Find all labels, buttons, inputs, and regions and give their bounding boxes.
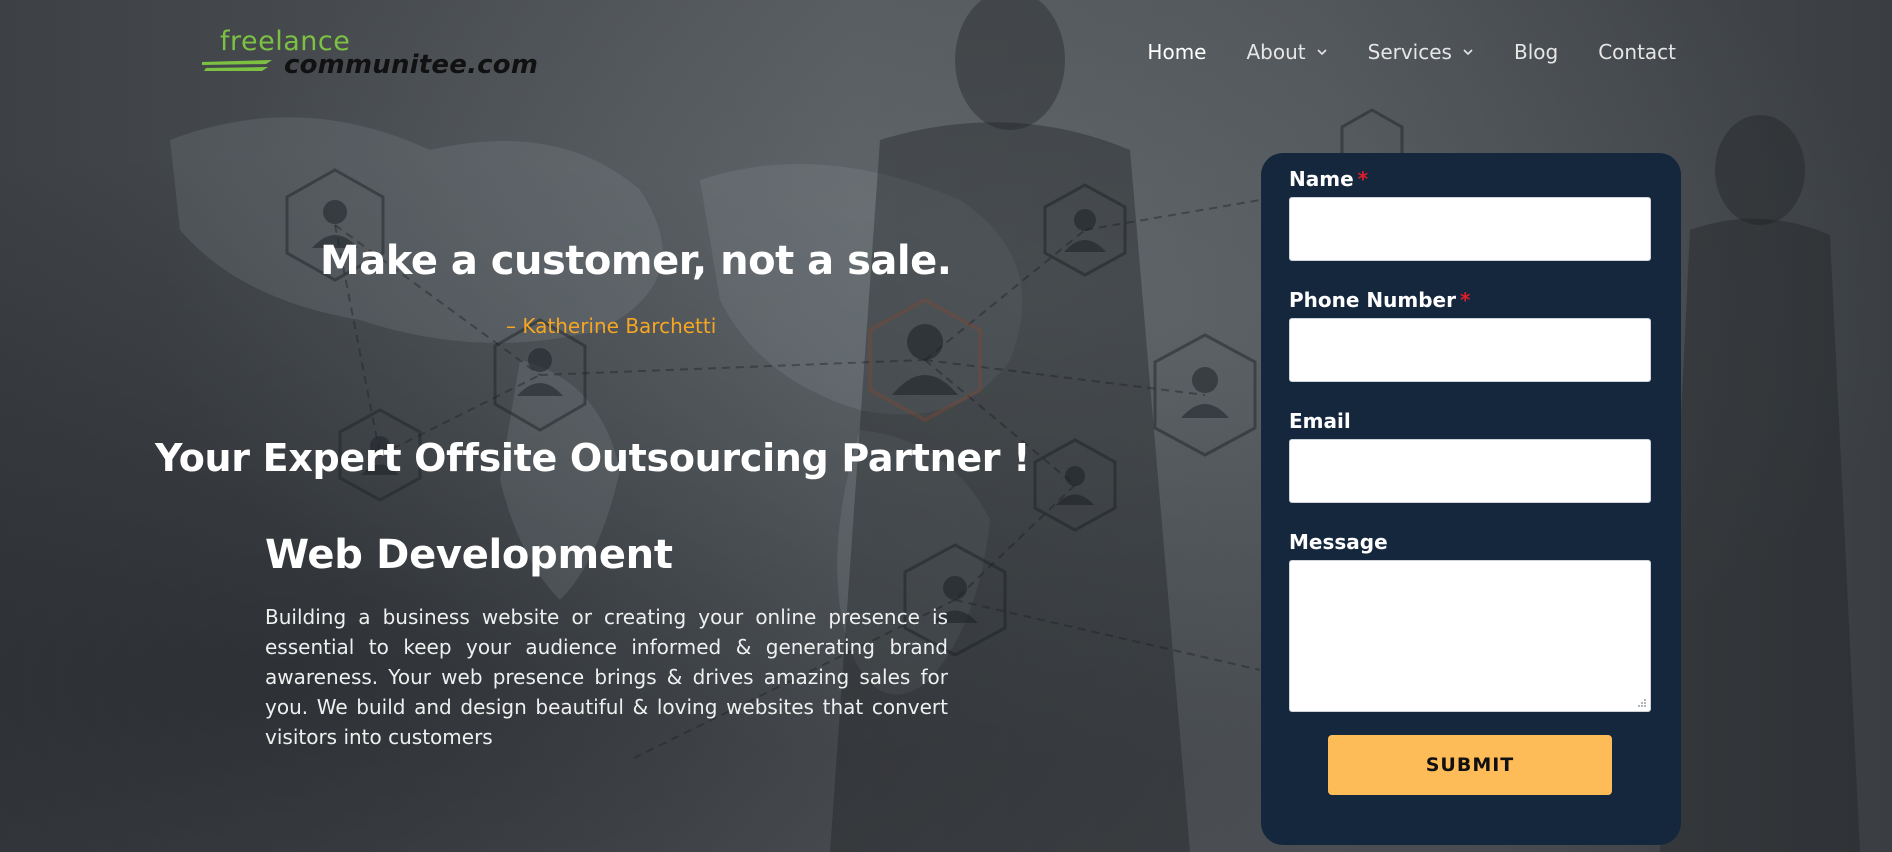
submit-button[interactable]: SUBMIT <box>1328 735 1612 795</box>
nav-item-label: Contact <box>1598 40 1676 64</box>
required-marker: * <box>1459 288 1471 312</box>
nav-item-contact[interactable]: Contact <box>1598 40 1676 64</box>
name-input[interactable] <box>1289 197 1651 261</box>
email-label-text: Email <box>1289 409 1351 433</box>
nav-item-home[interactable]: Home <box>1147 40 1206 64</box>
email-field-label: Email <box>1289 409 1351 433</box>
chevron-down-icon <box>1463 49 1473 56</box>
required-marker: * <box>1357 167 1369 191</box>
hero-quote-author: – Katherine Barchetti <box>506 314 717 338</box>
nav-item-blog[interactable]: Blog <box>1514 40 1558 64</box>
phone-label-text: Phone Number <box>1289 288 1456 312</box>
nav-item-services[interactable]: Services <box>1368 40 1474 64</box>
hero-tagline: Your Expert Offsite Outsourcing Partner … <box>155 436 1031 480</box>
name-field-label: Name * <box>1289 167 1368 191</box>
resize-grip-icon[interactable] <box>1637 698 1647 708</box>
logo-swoosh-icon <box>202 60 272 71</box>
nav-item-label: Blog <box>1513 40 1559 64</box>
phone-field-label: Phone Number * <box>1289 288 1470 312</box>
name-label-text: Name <box>1289 167 1354 191</box>
message-label-text: Message <box>1289 530 1388 554</box>
phone-number-input[interactable] <box>1289 318 1651 382</box>
email-input[interactable] <box>1289 439 1651 503</box>
chevron-down-icon <box>1317 49 1327 56</box>
nav-item-label: Home <box>1147 40 1207 64</box>
site-logo[interactable]: freelance communitee.com <box>200 26 540 82</box>
message-textarea[interactable] <box>1289 560 1651 712</box>
nav-item-label: Services <box>1367 40 1452 64</box>
message-field-label: Message <box>1289 530 1388 554</box>
hero-quote: Make a customer, not a sale. <box>320 238 952 284</box>
nav-item-label: About <box>1246 40 1306 64</box>
service-title: Web Development <box>265 532 673 578</box>
nav-item-about[interactable]: About <box>1246 40 1327 64</box>
logo-text-communitee: communitee.com <box>284 50 539 80</box>
service-description: Building a business website or creating … <box>265 605 948 749</box>
contact-form: Name * Phone Number * Email Message SUBMIT <box>1261 153 1681 845</box>
main-navigation: Home About Services Blog Contact <box>1107 40 1676 64</box>
